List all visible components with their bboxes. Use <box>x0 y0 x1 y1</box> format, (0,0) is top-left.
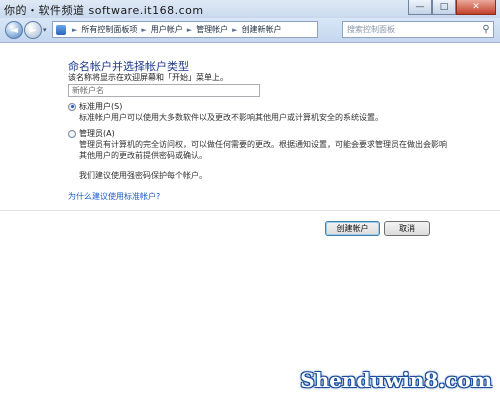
breadcrumb-manage-accounts[interactable]: 管理帐户 <box>195 24 229 35</box>
administrator-option[interactable]: 管理员(A) <box>68 128 115 139</box>
back-button[interactable]: ◄ <box>5 21 23 39</box>
search-placeholder: 搜索控制面板 <box>347 25 395 34</box>
breadcrumb-all-control-panel-items[interactable]: 所有控制面板项 <box>80 24 138 35</box>
window-controls: — □ ✕ <box>408 0 496 15</box>
breadcrumb-user-accounts[interactable]: 用户帐户 <box>150 24 184 35</box>
breadcrumb-separator-icon[interactable]: ► <box>232 26 237 34</box>
breadcrumb-separator-icon[interactable]: ► <box>141 26 146 34</box>
button-divider <box>0 210 500 211</box>
create-account-button[interactable]: 创建帐户 <box>325 221 380 236</box>
shenduwin8-watermark: Shenduwin8.com <box>300 368 492 392</box>
administrator-label[interactable]: 管理员(A) <box>79 128 115 139</box>
breadcrumb-create-account[interactable]: 创建新帐户 <box>241 24 283 35</box>
standard-user-description: 标准帐户用户可以使用大多数软件以及更改不影响其他用户或计算机安全的系统设置。 <box>79 113 383 122</box>
site-watermark: 你的・软件频道 software.it168.com <box>4 4 204 17</box>
search-input[interactable]: 搜索控制面板 ⚲ <box>342 21 494 38</box>
password-recommendation: 我们建议使用强密码保护每个帐户。 <box>79 171 207 180</box>
standard-user-option[interactable]: 标准用户(S) <box>68 101 122 112</box>
forward-button[interactable]: ► <box>24 21 42 39</box>
administrator-description-line2: 其他用户的更改前提供密码或确认。 <box>79 151 207 160</box>
administrator-radio[interactable] <box>68 129 76 138</box>
title-bar: 你的・软件频道 software.it168.com — □ ✕ <box>0 0 500 18</box>
control-panel-icon <box>56 24 66 35</box>
account-name-field[interactable] <box>68 84 260 97</box>
standard-user-label[interactable]: 标准用户(S) <box>79 101 122 112</box>
breadcrumb-separator-icon[interactable]: ► <box>72 26 77 34</box>
minimize-button[interactable]: — <box>408 0 432 15</box>
search-icon[interactable]: ⚲ <box>479 23 493 37</box>
breadcrumb-separator-icon[interactable]: ► <box>187 26 192 34</box>
standard-user-radio[interactable] <box>68 102 76 111</box>
navigation-bar: ◄ ► ▾ ► 所有控制面板项 ► 用户帐户 ► 管理帐户 ► 创建新帐户 ▾ … <box>0 18 500 43</box>
cancel-button[interactable]: 取消 <box>384 221 430 236</box>
recent-pages-dropdown[interactable]: ▾ <box>43 26 47 34</box>
address-bar[interactable]: ► 所有控制面板项 ► 用户帐户 ► 管理帐户 ► 创建新帐户 <box>52 21 318 38</box>
administrator-description-line1: 管理员有计算机的完全访问权，可以做任何需要的更改。根据通知设置，可能会要求管理员… <box>79 140 447 149</box>
maximize-button[interactable]: □ <box>432 0 456 15</box>
main-content: 命名帐户并选择帐户类型 该名称将显示在欢迎屏幕和「开始」菜单上。 标准用户(S)… <box>0 43 500 400</box>
close-button[interactable]: ✕ <box>456 0 496 15</box>
page-subtitle: 该名称将显示在欢迎屏幕和「开始」菜单上。 <box>68 73 228 82</box>
create-account-window: 你的・软件频道 software.it168.com — □ ✕ ◄ ► ▾ ►… <box>0 0 500 400</box>
why-standard-account-link[interactable]: 为什么建议使用标准帐户? <box>68 191 160 202</box>
